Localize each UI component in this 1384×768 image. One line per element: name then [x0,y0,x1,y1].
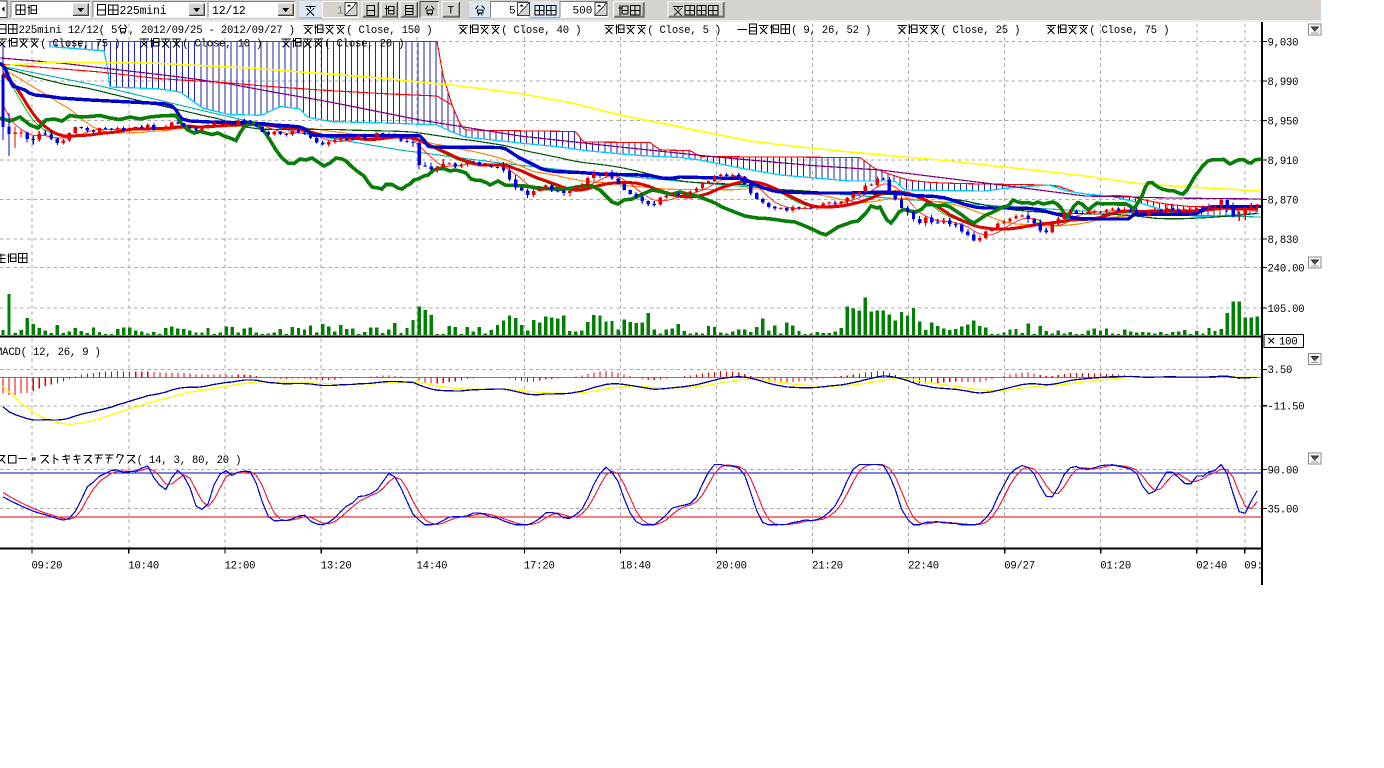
svg-text:( Close, 10 ): ( Close, 10 ) [182,39,262,51]
svg-text:90.00: 90.00 [1268,465,1299,477]
svg-text:22:40: 22:40 [908,561,939,573]
svg-text:01:20: 01:20 [1100,561,1131,573]
svg-text:MACD( 12, 26, 9 ): MACD( 12, 26, 9 ) [0,347,101,359]
svg-text:225mini 12/12( 5: 225mini 12/12( 5 [19,25,118,37]
svg-text:-11.50: -11.50 [1268,402,1305,414]
svg-text:8,910: 8,910 [1268,156,1299,168]
svg-text:02:40: 02:40 [1196,561,1227,573]
svg-text:( Close, 5 ): ( Close, 5 ) [647,25,721,37]
svg-text:( Close, 150 ): ( Close, 150 ) [346,25,432,37]
svg-text:( 9, 26, 52 ): ( 9, 26, 52 ) [791,25,871,37]
svg-text:9,030: 9,030 [1268,37,1299,49]
svg-text:13:20: 13:20 [321,561,352,573]
svg-text:21:20: 21:20 [812,561,843,573]
svg-text:( 14, 3, 80, 20 ): ( 14, 3, 80, 20 ) [137,455,242,467]
svg-text:14:40: 14:40 [417,561,448,573]
svg-text:12/12: 12/12 [212,5,246,18]
svg-text:20:00: 20:00 [716,561,747,573]
svg-text:( Close, 75 ): ( Close, 75 ) [1089,25,1169,37]
svg-text:5: 5 [509,6,516,18]
svg-text:225mini: 225mini [120,5,167,18]
svg-text:18:40: 18:40 [620,561,651,573]
svg-text:09:20: 09:20 [32,561,63,573]
svg-text:17:20: 17:20 [524,561,555,573]
svg-text:8,950: 8,950 [1268,116,1299,128]
svg-text:8,830: 8,830 [1268,235,1299,247]
svg-text:12:00: 12:00 [225,561,256,573]
svg-text:( Close, 40 ): ( Close, 40 ) [501,25,581,37]
svg-text:500: 500 [573,6,593,18]
svg-text:09/27: 09/27 [1004,561,1035,573]
svg-text:8,870: 8,870 [1268,195,1299,207]
svg-text:8,990: 8,990 [1268,77,1299,89]
svg-text:09:: 09: [1244,561,1262,573]
svg-text:10:40: 10:40 [128,561,159,573]
svg-text:( Close, 75 ): ( Close, 75 ) [40,39,120,51]
svg-text:100: 100 [1279,337,1297,349]
svg-text:3.50: 3.50 [1268,365,1293,377]
svg-text:( Close, 20 ): ( Close, 20 ) [324,39,404,51]
svg-text:105.00: 105.00 [1268,304,1305,316]
svg-text:, 2012/09/25 - 2012/09/27 ): , 2012/09/25 - 2012/09/27 ) [129,25,295,37]
svg-text:( Close, 25 ): ( Close, 25 ) [940,25,1020,37]
svg-text:35.00: 35.00 [1268,504,1299,516]
svg-text:240.00: 240.00 [1268,263,1305,275]
svg-text:1: 1 [337,6,344,18]
svg-text:T: T [448,6,455,18]
